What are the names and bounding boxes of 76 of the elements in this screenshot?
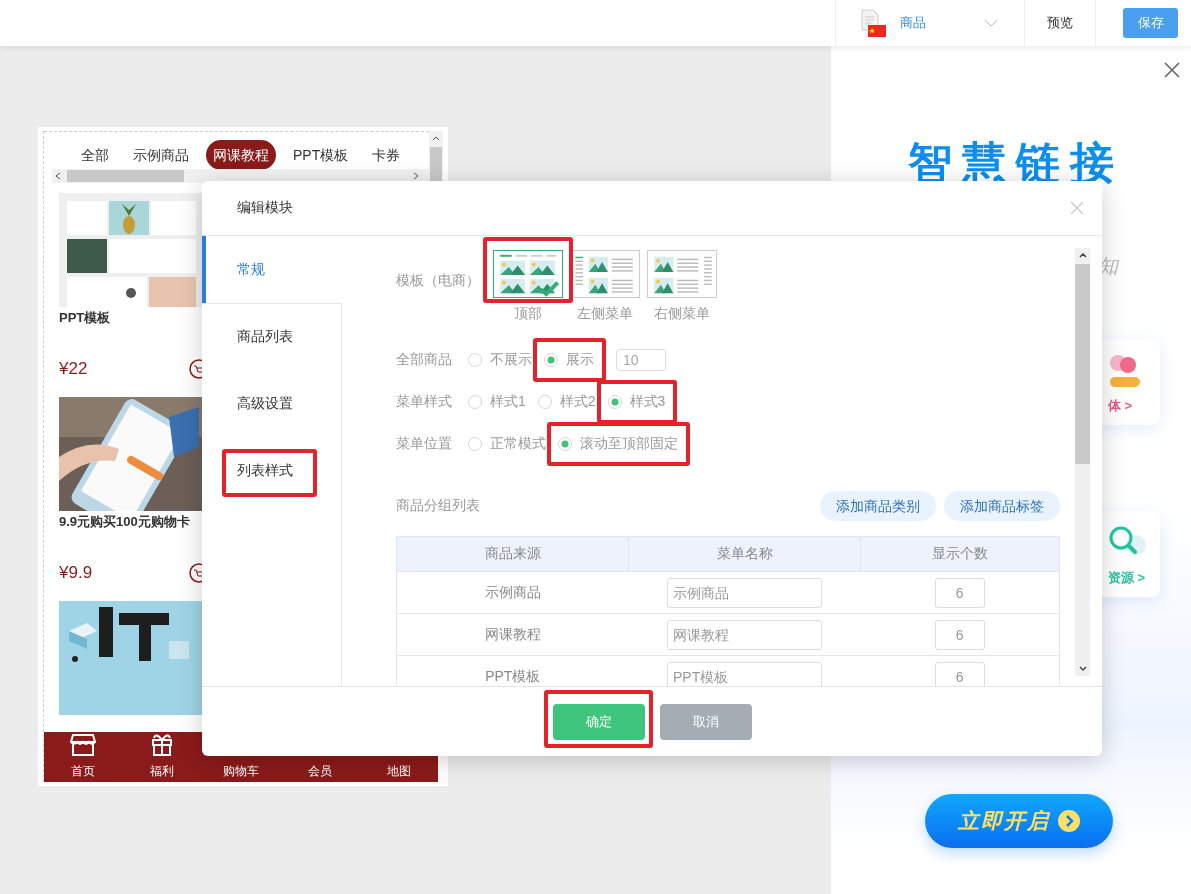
template-thumbnail[interactable] xyxy=(647,250,717,298)
nav-tab[interactable]: 列表样式 xyxy=(202,437,342,504)
chevron-down-icon xyxy=(984,19,998,27)
field-label: 模板（电商） xyxy=(396,272,481,290)
radio-selected-icon xyxy=(544,353,558,367)
radio-icon xyxy=(468,437,482,451)
nav-tab[interactable]: 商品列表 xyxy=(202,303,342,370)
table-cell: PPT模板 xyxy=(396,655,629,686)
nav-item[interactable]: 会员 xyxy=(307,763,332,780)
product-price: ¥22 xyxy=(59,359,88,379)
nav-tab[interactable]: 高级设置 xyxy=(202,370,342,437)
gift-icon xyxy=(150,733,175,757)
template-thumbnail[interactable] xyxy=(570,250,640,298)
template-caption: 右侧菜单 xyxy=(654,304,710,322)
count-field[interactable]: 6 xyxy=(934,577,985,608)
column-header: 显示个数 xyxy=(860,536,1060,572)
template-thumbnail[interactable] xyxy=(493,250,563,298)
nav-item[interactable]: 地图 xyxy=(386,763,411,780)
nav-item[interactable]: 购物车 xyxy=(223,763,259,780)
radio-option[interactable]: 展示 xyxy=(544,351,594,369)
dialog-title: 编辑模块 xyxy=(237,199,293,217)
nav-tab[interactable]: 常规 xyxy=(202,236,342,303)
category-tab[interactable]: 卡券 xyxy=(365,139,408,170)
menu-name-field[interactable]: PPT模板 xyxy=(667,661,822,686)
radio-selected-icon xyxy=(607,395,622,409)
cancel-button[interactable]: 取消 xyxy=(660,703,752,740)
card-link: 资源 > xyxy=(1108,569,1147,587)
radio-icon xyxy=(537,395,552,409)
column-header: 商品来源 xyxy=(396,536,629,572)
confirm-button[interactable]: 确定 xyxy=(553,703,645,740)
save-button[interactable]: 保存 xyxy=(1123,8,1178,38)
radio-icon xyxy=(468,395,482,409)
category-tab[interactable]: 网课教程 xyxy=(206,139,276,170)
column-header: 菜单名称 xyxy=(628,536,861,572)
menu-name-field[interactable]: 网课教程 xyxy=(667,619,822,650)
close-icon[interactable] xyxy=(1164,62,1180,78)
store-icon xyxy=(70,733,97,757)
people-icon xyxy=(1108,353,1142,389)
radio-icon xyxy=(468,353,482,367)
product-title: PPT模板 xyxy=(59,310,111,325)
nav-item[interactable]: 首页 xyxy=(71,763,96,780)
document-flag-icon xyxy=(860,9,886,37)
start-button[interactable]: 立即开启 xyxy=(925,794,1113,848)
radio-option[interactable]: 样式3 xyxy=(607,393,666,411)
chevron-right-icon[interactable] xyxy=(413,172,419,180)
menu-name-field[interactable]: 示例商品 xyxy=(667,577,822,608)
chevron-right-icon xyxy=(1058,810,1080,832)
count-field[interactable]: 6 xyxy=(934,619,985,650)
template-caption: 顶部 xyxy=(514,304,542,322)
count-field[interactable]: 6 xyxy=(934,661,985,686)
field-label: 全部商品 xyxy=(396,351,453,369)
table-cell: 示例商品 xyxy=(396,571,629,614)
table-cell: 网课教程 xyxy=(396,613,629,656)
nav-item[interactable]: 福利 xyxy=(150,763,175,780)
category-tab[interactable]: 示例商品 xyxy=(126,139,196,170)
scrollbar[interactable] xyxy=(1075,248,1090,676)
radio-option[interactable]: 不展示 xyxy=(468,351,532,369)
card-link: 体 > xyxy=(1108,397,1134,415)
field-label: 菜单样式 xyxy=(396,393,453,411)
category-tab[interactable]: 全部 xyxy=(74,139,116,170)
product-title: 9.9元购买100元购物卡 xyxy=(59,514,190,529)
horizontal-scrollbar[interactable] xyxy=(52,169,429,183)
radio-option[interactable]: 样式2 xyxy=(537,393,596,411)
template-caption: 左侧菜单 xyxy=(577,304,633,322)
product-price: ¥9.9 xyxy=(59,563,93,583)
radio-option[interactable]: 滚动至顶部固定 xyxy=(558,435,678,453)
radio-option[interactable]: 样式1 xyxy=(468,393,526,411)
radio-option[interactable]: 正常模式 xyxy=(468,435,546,453)
count-field[interactable]: 10 xyxy=(616,349,666,371)
chevron-left-icon[interactable] xyxy=(55,172,61,180)
add-button[interactable]: 添加商品标签 xyxy=(944,491,1060,521)
section-label: 商品分组列表 xyxy=(396,497,480,515)
category-tab[interactable]: PPT模板 xyxy=(286,139,356,170)
radio-selected-icon xyxy=(558,437,572,451)
field-label: 菜单位置 xyxy=(396,435,453,453)
add-button[interactable]: 添加商品类别 xyxy=(820,491,936,521)
